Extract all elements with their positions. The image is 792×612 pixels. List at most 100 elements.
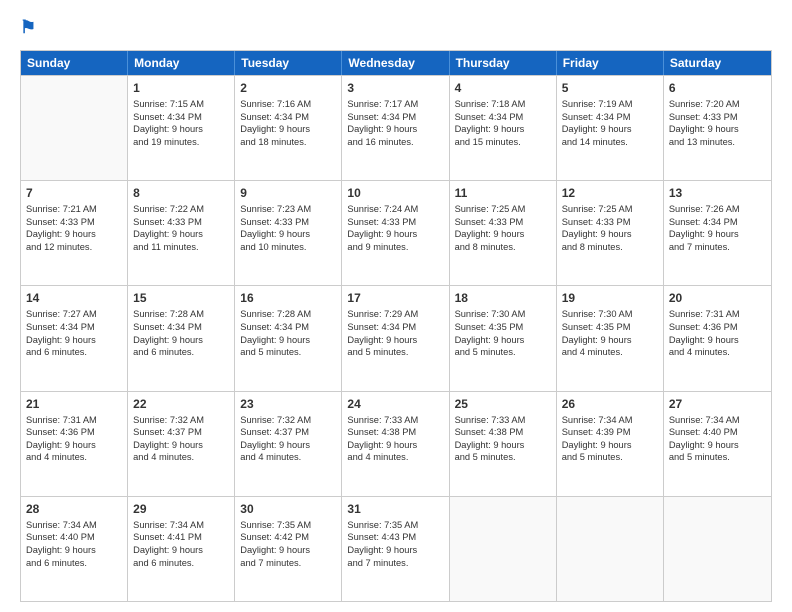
day-number: 4 [455,80,551,96]
calendar-cell: 13 Sunrise: 7:26 AM Sunset: 4:34 PM Dayli… [664,181,771,285]
cell-info: Sunrise: 7:35 AM Sunset: 4:43 PM Dayligh… [347,519,443,569]
calendar-cell: 9 Sunrise: 7:23 AM Sunset: 4:33 PM Daylig… [235,181,342,285]
calendar-cell: 14Sunrise: 7:27 AM Sunset: 4:34 PM Dayli… [21,286,128,390]
calendar-cell: 18 Sunrise: 7:30 AM Sunset: 4:35 PM Dayli… [450,286,557,390]
cell-info: Sunrise: 7:18 AM Sunset: 4:34 PM Dayligh… [455,98,551,148]
cell-info: Sunrise: 7:16 AM Sunset: 4:34 PM Dayligh… [240,98,336,148]
calendar-cell: 21 Sunrise: 7:31 AM Sunset: 4:36 PM Dayli… [21,392,128,496]
calendar-cell: 25Sunrise: 7:33 AM Sunset: 4:38 PM Dayli… [450,392,557,496]
calendar-cell [450,497,557,601]
cell-info: Sunrise: 7:35 AM Sunset: 4:42 PM Dayligh… [240,519,336,569]
calendar-week-3: 14Sunrise: 7:27 AM Sunset: 4:34 PM Dayli… [21,285,771,390]
cell-info: Sunrise: 7:30 AM Sunset: 4:35 PM Dayligh… [562,308,658,358]
cell-info: Sunrise: 7:33 AM Sunset: 4:38 PM Dayligh… [455,414,551,464]
calendar-cell: 31 Sunrise: 7:35 AM Sunset: 4:43 PM Dayli… [342,497,449,601]
cell-info: Sunrise: 7:23 AM Sunset: 4:33 PM Dayligh… [240,203,336,253]
cell-info: Sunrise: 7:25 AM Sunset: 4:33 PM Dayligh… [562,203,658,253]
day-number: 30 [240,501,336,517]
cell-info: Sunrise: 7:34 AM Sunset: 4:41 PM Dayligh… [133,519,229,569]
calendar-cell: 23 Sunrise: 7:32 AM Sunset: 4:37 PM Dayli… [235,392,342,496]
calendar-page: ⚑ SundayMondayTuesdayWednesdayThursdayFr… [0,0,792,612]
day-number: 14 [26,290,122,306]
day-number: 26 [562,396,658,412]
calendar-header-row: SundayMondayTuesdayWednesdayThursdayFrid… [21,51,771,75]
calendar-cell: 4 Sunrise: 7:18 AM Sunset: 4:34 PM Daylig… [450,76,557,180]
day-number: 10 [347,185,443,201]
cell-info: Sunrise: 7:19 AM Sunset: 4:34 PM Dayligh… [562,98,658,148]
calendar-cell: 7 Sunrise: 7:21 AM Sunset: 4:33 PM Daylig… [21,181,128,285]
weekday-header-saturday: Saturday [664,51,771,75]
calendar-week-1: 1Sunrise: 7:15 AM Sunset: 4:34 PM Daylig… [21,75,771,180]
calendar-cell: 15 Sunrise: 7:28 AM Sunset: 4:34 PM Dayli… [128,286,235,390]
day-number: 5 [562,80,658,96]
cell-info: Sunrise: 7:32 AM Sunset: 4:37 PM Dayligh… [133,414,229,464]
day-number: 29 [133,501,229,517]
calendar-cell: 26Sunrise: 7:34 AM Sunset: 4:39 PM Dayli… [557,392,664,496]
cell-info: Sunrise: 7:26 AM Sunset: 4:34 PM Dayligh… [669,203,766,253]
logo-flag-icon: ⚑ [20,17,36,37]
day-number: 28 [26,501,122,517]
day-number: 13 [669,185,766,201]
cell-info: Sunrise: 7:28 AM Sunset: 4:34 PM Dayligh… [240,308,336,358]
day-number: 11 [455,185,551,201]
day-number: 19 [562,290,658,306]
cell-info: Sunrise: 7:31 AM Sunset: 4:36 PM Dayligh… [26,414,122,464]
cell-info: Sunrise: 7:15 AM Sunset: 4:34 PM Dayligh… [133,98,229,148]
day-number: 15 [133,290,229,306]
calendar-cell: 2Sunrise: 7:16 AM Sunset: 4:34 PM Daylig… [235,76,342,180]
day-number: 21 [26,396,122,412]
calendar-cell: 17 Sunrise: 7:29 AM Sunset: 4:34 PM Dayli… [342,286,449,390]
weekday-header-thursday: Thursday [450,51,557,75]
calendar-cell: 10 Sunrise: 7:24 AM Sunset: 4:33 PM Dayli… [342,181,449,285]
day-number: 20 [669,290,766,306]
cell-info: Sunrise: 7:20 AM Sunset: 4:33 PM Dayligh… [669,98,766,148]
cell-info: Sunrise: 7:29 AM Sunset: 4:34 PM Dayligh… [347,308,443,358]
cell-info: Sunrise: 7:34 AM Sunset: 4:40 PM Dayligh… [669,414,766,464]
calendar-cell: 11 Sunrise: 7:25 AM Sunset: 4:33 PM Dayli… [450,181,557,285]
cell-info: Sunrise: 7:25 AM Sunset: 4:33 PM Dayligh… [455,203,551,253]
day-number: 31 [347,501,443,517]
cell-info: Sunrise: 7:24 AM Sunset: 4:33 PM Dayligh… [347,203,443,253]
calendar-cell: 1Sunrise: 7:15 AM Sunset: 4:34 PM Daylig… [128,76,235,180]
calendar-cell [664,497,771,601]
day-number: 24 [347,396,443,412]
day-number: 23 [240,396,336,412]
calendar-cell: 6 Sunrise: 7:20 AM Sunset: 4:33 PM Daylig… [664,76,771,180]
cell-info: Sunrise: 7:31 AM Sunset: 4:36 PM Dayligh… [669,308,766,358]
cell-info: Sunrise: 7:33 AM Sunset: 4:38 PM Dayligh… [347,414,443,464]
calendar-cell: 3Sunrise: 7:17 AM Sunset: 4:34 PM Daylig… [342,76,449,180]
calendar-cell [21,76,128,180]
day-number: 17 [347,290,443,306]
day-number: 27 [669,396,766,412]
day-number: 9 [240,185,336,201]
day-number: 6 [669,80,766,96]
weekday-header-tuesday: Tuesday [235,51,342,75]
calendar-cell: 28 Sunrise: 7:34 AM Sunset: 4:40 PM Dayli… [21,497,128,601]
calendar-cell: 16 Sunrise: 7:28 AM Sunset: 4:34 PM Dayli… [235,286,342,390]
day-number: 12 [562,185,658,201]
day-number: 18 [455,290,551,306]
day-number: 7 [26,185,122,201]
calendar: SundayMondayTuesdayWednesdayThursdayFrid… [20,50,772,602]
weekday-header-monday: Monday [128,51,235,75]
weekday-header-friday: Friday [557,51,664,75]
cell-info: Sunrise: 7:21 AM Sunset: 4:33 PM Dayligh… [26,203,122,253]
calendar-body: 1Sunrise: 7:15 AM Sunset: 4:34 PM Daylig… [21,75,771,601]
calendar-cell: 19 Sunrise: 7:30 AM Sunset: 4:35 PM Dayli… [557,286,664,390]
cell-info: Sunrise: 7:30 AM Sunset: 4:35 PM Dayligh… [455,308,551,358]
calendar-cell: 27 Sunrise: 7:34 AM Sunset: 4:40 PM Dayli… [664,392,771,496]
weekday-header-sunday: Sunday [21,51,128,75]
cell-info: Sunrise: 7:34 AM Sunset: 4:40 PM Dayligh… [26,519,122,569]
day-number: 3 [347,80,443,96]
day-number: 8 [133,185,229,201]
cell-info: Sunrise: 7:32 AM Sunset: 4:37 PM Dayligh… [240,414,336,464]
calendar-cell: 30 Sunrise: 7:35 AM Sunset: 4:42 PM Dayli… [235,497,342,601]
calendar-week-2: 7 Sunrise: 7:21 AM Sunset: 4:33 PM Daylig… [21,180,771,285]
calendar-cell: 24 Sunrise: 7:33 AM Sunset: 4:38 PM Dayli… [342,392,449,496]
header: ⚑ [20,18,772,38]
cell-info: Sunrise: 7:28 AM Sunset: 4:34 PM Dayligh… [133,308,229,358]
calendar-cell: 29 Sunrise: 7:34 AM Sunset: 4:41 PM Dayli… [128,497,235,601]
weekday-header-wednesday: Wednesday [342,51,449,75]
day-number: 16 [240,290,336,306]
calendar-cell: 5 Sunrise: 7:19 AM Sunset: 4:34 PM Daylig… [557,76,664,180]
